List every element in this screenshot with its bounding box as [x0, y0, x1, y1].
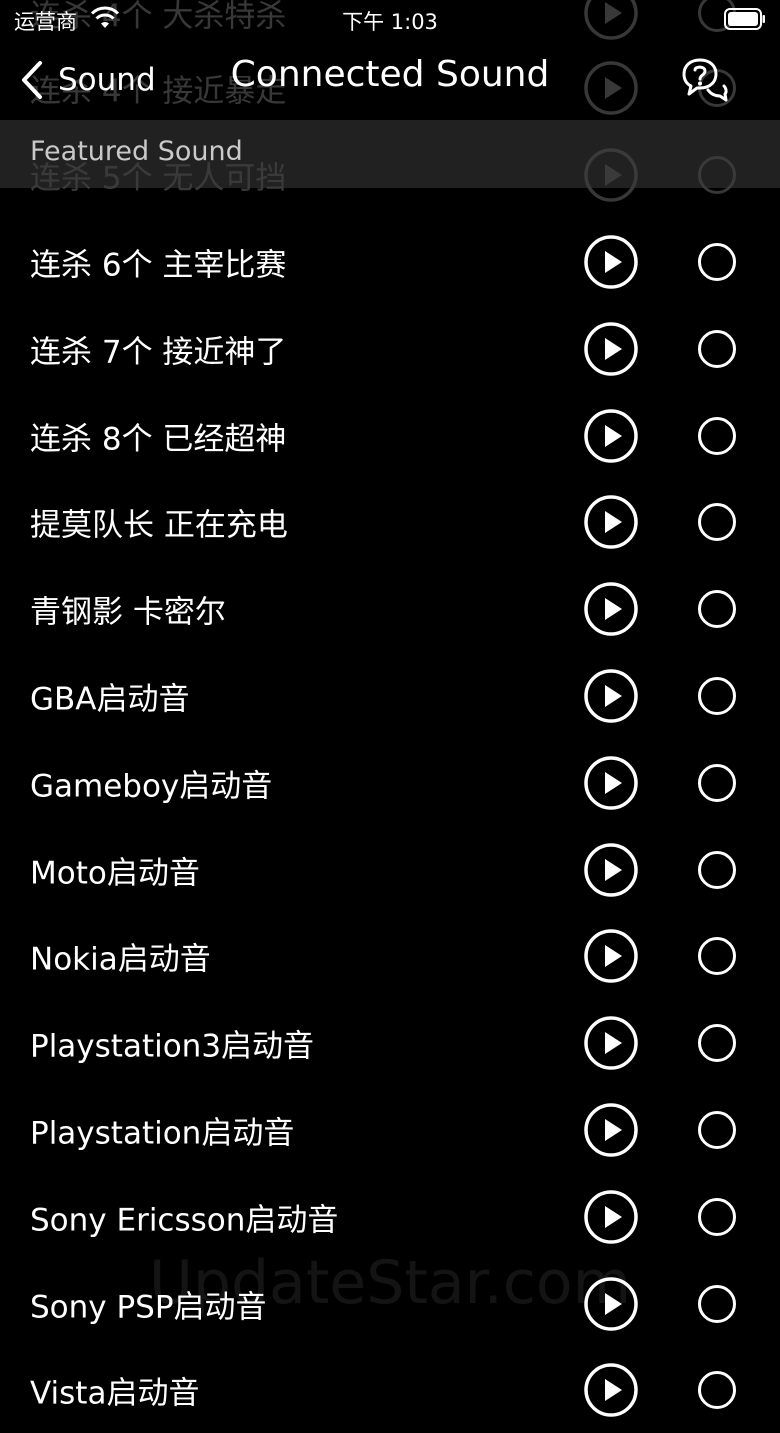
radio-circle-icon[interactable]: [698, 1197, 736, 1236]
list-item[interactable]: 青钢影 卡密尔: [0, 566, 780, 652]
radio-circle-icon[interactable]: [698, 1371, 736, 1410]
play-circle-icon[interactable]: [584, 322, 638, 376]
list-item[interactable]: Nokia启动音: [0, 913, 780, 999]
play-circle-icon[interactable]: [584, 495, 638, 550]
list-item[interactable]: Playstation3启动音: [0, 1000, 780, 1086]
radio-circle-icon[interactable]: [698, 763, 736, 802]
status-time: 下午 1:03: [342, 10, 438, 34]
radio-circle-icon[interactable]: [698, 1111, 736, 1149]
play-circle-icon[interactable]: [584, 669, 638, 723]
sound-name: Vista启动音: [30, 1375, 200, 1412]
sound-name: 青钢影 卡密尔: [30, 594, 226, 631]
navigation-bar: Sound Connected Sound: [0, 40, 780, 120]
list-item[interactable]: Sony Ericsson启动音: [0, 1174, 780, 1260]
play-circle-icon[interactable]: [584, 1103, 638, 1157]
radio-circle-icon[interactable]: [698, 677, 736, 715]
play-circle-icon[interactable]: [584, 1190, 638, 1244]
list-item[interactable]: 提莫队长 正在充电: [0, 479, 780, 565]
play-circle-icon[interactable]: [584, 1016, 638, 1070]
list-item[interactable]: Playstation启动音: [0, 1087, 780, 1173]
radio-circle-icon[interactable]: [698, 1024, 736, 1063]
sound-name: 连杀 7个 接近神了: [30, 334, 287, 371]
radio-circle-icon[interactable]: [698, 329, 736, 368]
battery-icon: [724, 8, 765, 30]
sound-name: 连杀 8个 已经超神: [30, 421, 287, 458]
list-item[interactable]: 连杀 7个 接近神了: [0, 306, 780, 392]
sound-name: Sony Ericsson启动音: [30, 1202, 339, 1239]
play-circle-icon[interactable]: [584, 582, 638, 636]
sound-name: 提莫队长 正在充电: [30, 507, 288, 544]
list-item[interactable]: 连杀 6个 主宰比赛: [0, 219, 780, 305]
radio-circle-icon[interactable]: [698, 1284, 736, 1323]
radio-circle-icon[interactable]: [698, 937, 736, 976]
play-circle-icon[interactable]: [584, 1276, 638, 1331]
list-item[interactable]: Vista启动音: [0, 1347, 780, 1433]
section-header-label: Featured Sound: [30, 136, 243, 167]
section-header: Featured Sound: [0, 120, 780, 188]
sound-name: Nokia启动音: [30, 941, 211, 978]
sound-name: Moto启动音: [30, 855, 200, 892]
radio-circle-icon[interactable]: [698, 416, 736, 455]
play-circle-icon[interactable]: [584, 756, 638, 810]
play-circle-icon[interactable]: [584, 1363, 638, 1418]
list-item[interactable]: GBA启动音: [0, 653, 780, 739]
list-item[interactable]: Gameboy启动音: [0, 740, 780, 826]
sound-name: Playstation3启动音: [30, 1028, 315, 1065]
sound-name: 连杀 6个 主宰比赛: [30, 247, 287, 284]
play-circle-icon[interactable]: [584, 929, 638, 984]
list-item[interactable]: Sony PSP启动音: [0, 1261, 780, 1347]
sound-name: Sony PSP启动音: [30, 1289, 267, 1326]
play-circle-icon[interactable]: [584, 408, 638, 463]
radio-circle-icon[interactable]: [698, 243, 736, 281]
radio-circle-icon[interactable]: [698, 590, 736, 629]
help-bubble-icon[interactable]: [680, 56, 728, 104]
radio-circle-icon[interactable]: [698, 850, 736, 889]
sound-name: Playstation启动音: [30, 1115, 295, 1152]
sound-name: Gameboy启动音: [30, 768, 273, 805]
play-circle-icon[interactable]: [584, 235, 638, 289]
sound-name: GBA启动音: [30, 681, 190, 718]
radio-circle-icon[interactable]: [698, 503, 736, 542]
status-bar: 运营商 下午 1:03: [0, 0, 780, 40]
play-circle-icon[interactable]: [584, 842, 638, 897]
page-title: Connected Sound: [230, 54, 550, 95]
list-item[interactable]: Moto启动音: [0, 827, 780, 913]
list-item[interactable]: 连杀 8个 已经超神: [0, 393, 780, 479]
